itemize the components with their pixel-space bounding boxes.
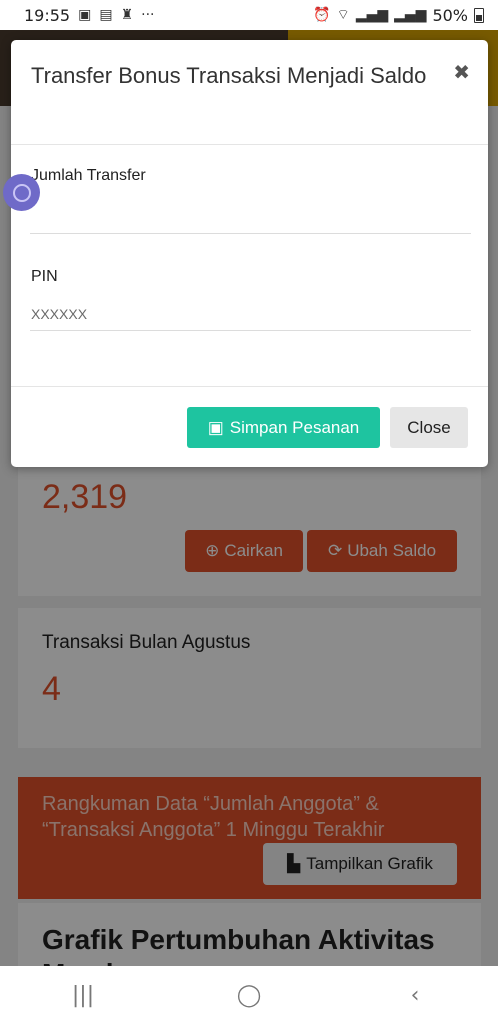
video-icon: ▤ (99, 7, 113, 23)
modal-title: Transfer Bonus Transaksi Menjadi Saldo (31, 63, 427, 88)
pin-input[interactable] (30, 298, 471, 331)
transfer-modal: Transfer Bonus Transaksi Menjadi Saldo ✖… (11, 40, 488, 467)
jumlah-transfer-input[interactable] (30, 201, 471, 234)
save-icon: ▣ (207, 417, 224, 437)
gallery-icon: ▣ (78, 7, 92, 23)
signal-icon: ▂▄▆ (394, 7, 427, 23)
status-bar: 19:55 ▣ ▤ ♜ ··· ⏰ ⌔ ▂▄▆ ▂▄▆ 50% (0, 0, 498, 30)
recent-apps-button[interactable]: ||| (53, 983, 113, 1008)
close-icon[interactable]: ✖ (453, 60, 470, 84)
close-button[interactable]: Close (390, 407, 468, 448)
clock: 19:55 (24, 5, 71, 25)
pin-label: PIN (31, 268, 58, 285)
header-divider (11, 144, 488, 145)
figure-icon: ♜ (120, 7, 134, 23)
battery-percent: 50% (432, 5, 468, 25)
simpan-pesanan-button[interactable]: ▣ Simpan Pesanan (187, 407, 380, 448)
android-nav-bar: ||| ◯ ‹ (0, 966, 498, 1024)
back-button[interactable]: ‹ (385, 983, 445, 1008)
simpan-pesanan-label: Simpan Pesanan (229, 417, 360, 437)
alarm-icon: ⏰ (313, 7, 331, 23)
home-button[interactable]: ◯ (219, 983, 279, 1008)
battery-icon (474, 7, 484, 23)
signal-icon: ▂▄▆ (355, 7, 389, 23)
footer-divider (11, 386, 488, 387)
wifi-icon: ⌔ (336, 7, 350, 23)
floating-assistant-icon[interactable] (3, 174, 40, 211)
more-notifications: ··· (141, 7, 155, 23)
jumlah-transfer-label: Jumlah Transfer (31, 167, 146, 184)
